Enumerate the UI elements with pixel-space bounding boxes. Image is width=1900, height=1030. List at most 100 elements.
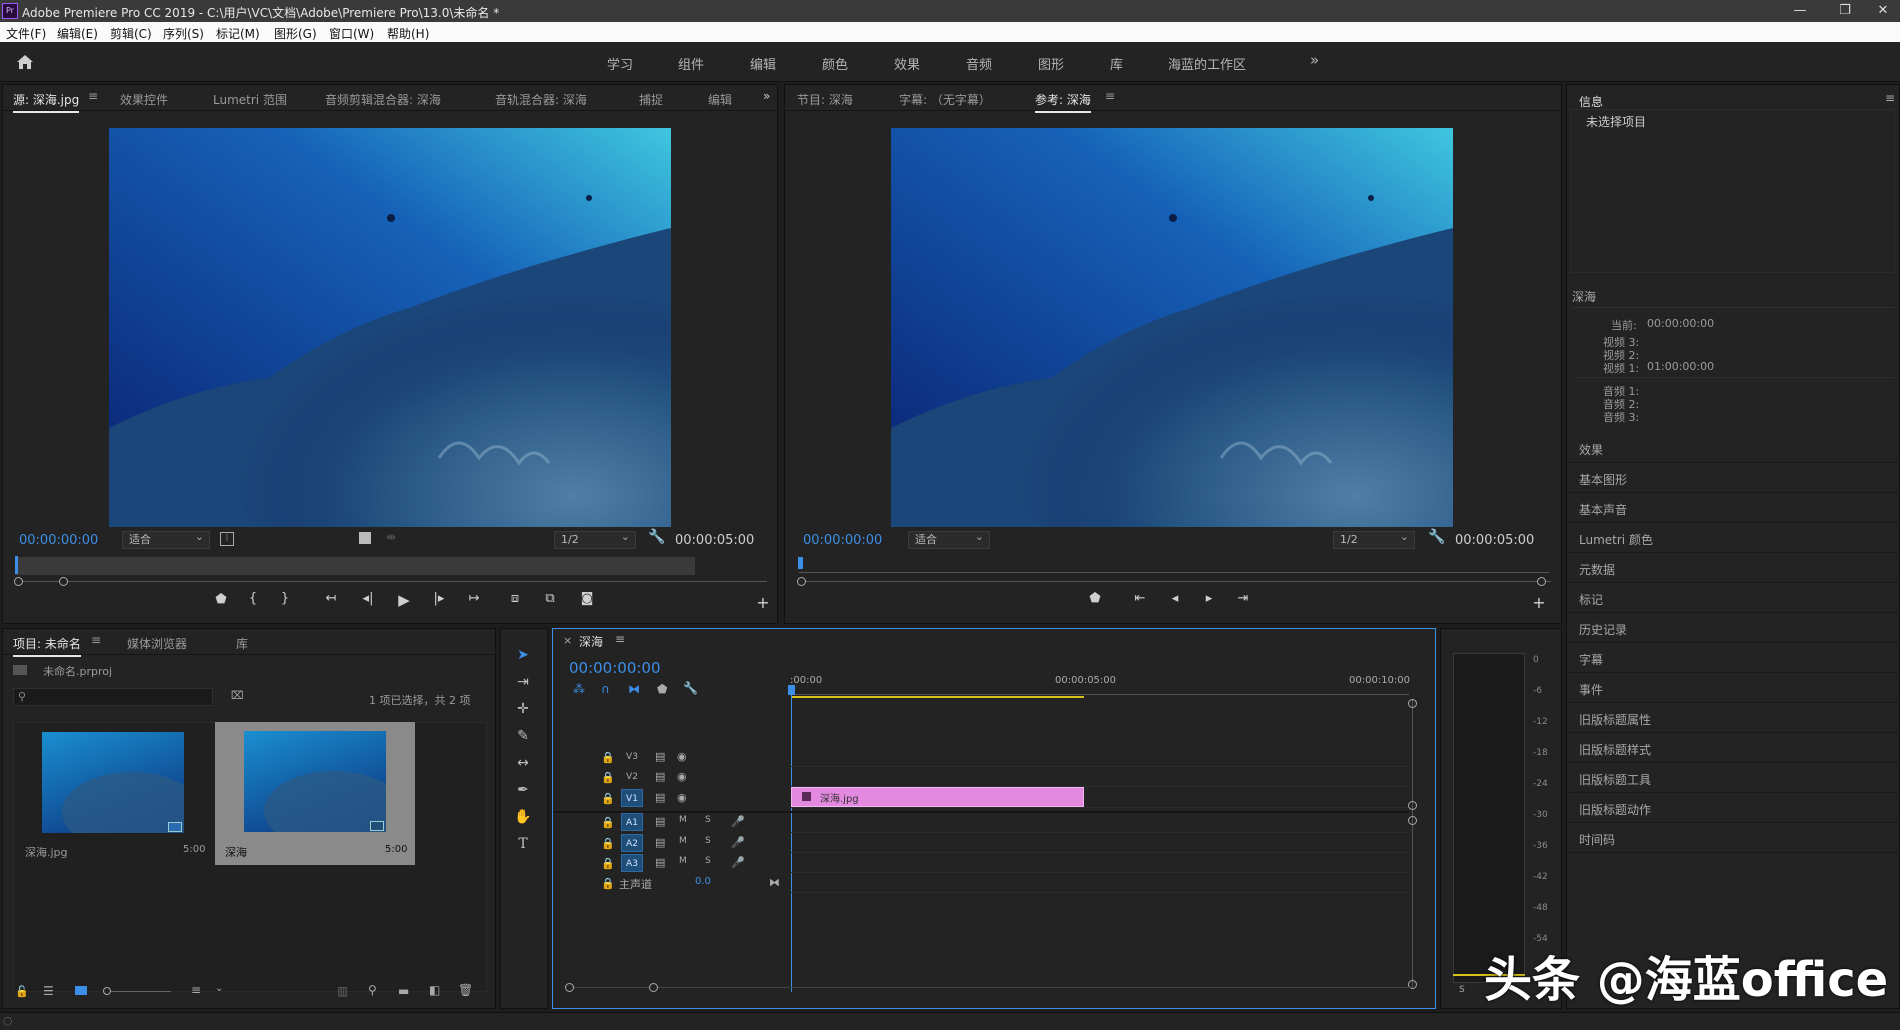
zoom-slider[interactable] bbox=[111, 991, 171, 992]
eye-icon[interactable]: ◉ bbox=[677, 770, 687, 783]
mark-out-icon[interactable]: } bbox=[275, 591, 295, 606]
razor-tool-icon[interactable]: ✎ bbox=[508, 724, 538, 748]
track-name[interactable]: V1 bbox=[621, 789, 643, 807]
time-ruler[interactable] bbox=[789, 687, 1409, 695]
workspace-assembly[interactable]: 组件 bbox=[678, 54, 704, 73]
menu-file[interactable]: 文件(F) bbox=[6, 25, 46, 42]
menu-edit[interactable]: 编辑(E) bbox=[57, 25, 98, 42]
workspace-editing[interactable]: 编辑 bbox=[750, 54, 776, 73]
sequence-tab[interactable]: 深海 bbox=[579, 633, 603, 650]
home-icon[interactable] bbox=[16, 54, 34, 70]
safe-margin-icon[interactable]: ⦚ bbox=[220, 532, 234, 546]
more-tabs-icon[interactable]: » bbox=[763, 89, 770, 103]
wrench-icon[interactable]: 🔧 bbox=[648, 529, 665, 545]
panel-essential-sound[interactable]: 基本声音 bbox=[1567, 493, 1900, 523]
solo-button[interactable]: S bbox=[1459, 985, 1465, 995]
panel-menu-icon[interactable]: ≡ bbox=[1105, 89, 1115, 103]
menu-sequence[interactable]: 序列(S) bbox=[163, 25, 204, 42]
tab-effect-controls[interactable]: 效果控件 bbox=[120, 91, 168, 108]
panel-essential-graphics[interactable]: 基本图形 bbox=[1567, 463, 1900, 493]
go-to-in-icon[interactable]: ↤ bbox=[321, 591, 341, 606]
icon-view-icon[interactable] bbox=[75, 986, 87, 995]
settings-wrench-icon[interactable]: 🔧 bbox=[683, 681, 698, 695]
source-fit-dropdown[interactable]: 适合 bbox=[122, 529, 210, 549]
track-name[interactable]: A3 bbox=[621, 854, 643, 872]
step-back-icon[interactable]: ◂ bbox=[1165, 591, 1185, 606]
source-scroll-track[interactable] bbox=[15, 581, 767, 582]
automate-icon[interactable]: ▥ bbox=[337, 984, 348, 998]
program-mini-ruler[interactable] bbox=[799, 559, 1549, 573]
list-view-icon[interactable]: ☰ bbox=[43, 984, 54, 998]
program-fit-dropdown[interactable]: 适合 bbox=[908, 529, 990, 549]
new-search-bin-icon[interactable]: ⌧ bbox=[231, 689, 244, 702]
add-marker-icon[interactable]: ⬟ bbox=[211, 592, 231, 607]
panel-menu-icon[interactable]: ≡ bbox=[1885, 91, 1895, 105]
program-video-frame[interactable] bbox=[891, 128, 1453, 527]
panel-lumetri-color[interactable]: Lumetri 颜色 bbox=[1567, 523, 1900, 553]
close-button[interactable]: ✕ bbox=[1868, 2, 1898, 20]
track-select-tool-icon[interactable]: ⇥ bbox=[508, 670, 538, 694]
add-marker-icon[interactable]: ⬟ bbox=[657, 682, 667, 696]
tab-project[interactable]: 项目: 未命名 bbox=[13, 635, 81, 657]
panel-captions[interactable]: 字幕 bbox=[1567, 643, 1900, 673]
wrench-icon[interactable]: 🔧 bbox=[1428, 529, 1445, 545]
panel-menu-icon[interactable]: ≡ bbox=[91, 633, 101, 647]
tab-audio-track-mixer[interactable]: 音轨混合器: 深海 bbox=[495, 91, 587, 108]
panel-effects[interactable]: 效果 bbox=[1567, 433, 1900, 463]
solo-button[interactable]: S bbox=[705, 836, 711, 846]
program-timecode[interactable]: 00:00:00:00 bbox=[803, 533, 882, 548]
panel-menu-icon[interactable]: ≡ bbox=[88, 89, 98, 103]
tab-source[interactable]: 源: 深海.jpg bbox=[13, 91, 80, 113]
playhead[interactable] bbox=[788, 685, 795, 695]
film-icon[interactable]: ▤ bbox=[655, 836, 665, 849]
new-item-icon[interactable]: ◧ bbox=[429, 983, 440, 997]
track-name[interactable]: V3 bbox=[621, 748, 643, 766]
find-icon[interactable]: ⚲ bbox=[368, 983, 377, 997]
lock-icon[interactable]: 🔓 bbox=[15, 985, 29, 998]
go-to-bounds-icon[interactable]: ⧓ bbox=[769, 876, 780, 889]
lock-icon[interactable]: 🔒 bbox=[601, 816, 615, 829]
step-forward-icon[interactable]: |▸ bbox=[429, 591, 449, 606]
source-timecode[interactable]: 00:00:00:00 bbox=[19, 533, 98, 548]
mark-in-icon[interactable]: { bbox=[243, 591, 263, 606]
go-to-out-icon[interactable]: ⇥ bbox=[1233, 591, 1253, 606]
pen-tool-icon[interactable]: ✒ bbox=[508, 778, 538, 802]
tab-reference[interactable]: 参考: 深海 bbox=[1035, 91, 1091, 113]
workspace-color[interactable]: 颜色 bbox=[822, 54, 848, 73]
panel-legacy-title-tools[interactable]: 旧版标题工具 bbox=[1567, 763, 1900, 793]
close-icon[interactable]: × bbox=[563, 634, 572, 647]
play-icon[interactable]: ▶ bbox=[394, 591, 414, 609]
menu-marker[interactable]: 标记(M) bbox=[216, 25, 260, 42]
microphone-icon[interactable]: 🎤 bbox=[731, 856, 745, 869]
work-area-bar[interactable] bbox=[791, 696, 1084, 698]
go-to-out-icon[interactable]: ↦ bbox=[464, 591, 484, 606]
project-item-still[interactable]: 深海.jpg 5:00 bbox=[15, 724, 211, 864]
workspace-graphics[interactable]: 图形 bbox=[1038, 54, 1064, 73]
type-tool-icon[interactable]: T bbox=[508, 832, 538, 856]
hscroll-handle-right[interactable] bbox=[649, 983, 658, 992]
tab-lumetri-scopes[interactable]: Lumetri 范围 bbox=[213, 91, 287, 108]
mute-button[interactable]: M bbox=[679, 856, 687, 866]
source-zoom-bar[interactable] bbox=[15, 557, 695, 575]
panel-legacy-title-actions[interactable]: 旧版标题动作 bbox=[1567, 793, 1900, 823]
film-icon[interactable]: ▤ bbox=[655, 791, 665, 804]
workspace-audio[interactable]: 音频 bbox=[966, 54, 992, 73]
step-forward-icon[interactable]: ▸ bbox=[1199, 591, 1219, 606]
film-icon[interactable]: ▤ bbox=[655, 750, 665, 763]
microphone-icon[interactable]: 🎤 bbox=[731, 836, 745, 849]
film-icon[interactable]: ▤ bbox=[655, 856, 665, 869]
panel-timecode[interactable]: 时间码 bbox=[1567, 823, 1900, 853]
solo-button[interactable]: S bbox=[705, 815, 711, 825]
panel-markers[interactable]: 标记 bbox=[1567, 583, 1900, 613]
source-video-frame[interactable] bbox=[109, 128, 671, 527]
minimize-button[interactable]: — bbox=[1785, 2, 1815, 20]
new-bin-icon[interactable]: ▬ bbox=[398, 984, 409, 998]
overwrite-clip-icon[interactable]: ⧉ bbox=[540, 591, 560, 606]
slip-tool-icon[interactable]: ↔ bbox=[508, 751, 538, 775]
menu-clip[interactable]: 剪辑(C) bbox=[110, 25, 152, 42]
insert-clip-icon[interactable]: ⧈ bbox=[505, 591, 525, 606]
workspace-effects[interactable]: 效果 bbox=[894, 54, 920, 73]
vertical-scrollbar[interactable] bbox=[1412, 699, 1413, 989]
tab-capture[interactable]: 捕捉 bbox=[639, 91, 663, 108]
project-search-input[interactable]: ⚲ bbox=[13, 688, 213, 706]
